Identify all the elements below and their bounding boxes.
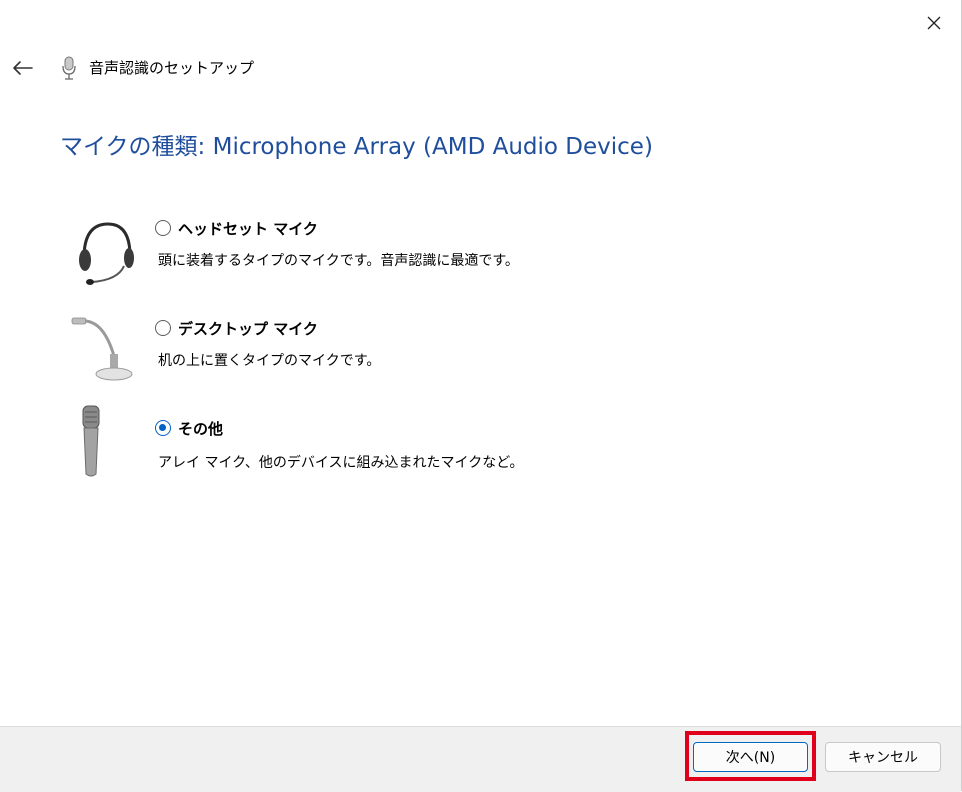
footer-bar bbox=[0, 726, 961, 792]
radio-headset[interactable] bbox=[155, 220, 171, 236]
option-desc-headset: 頭に装着するタイプのマイクです。音声認識に最適です。 bbox=[158, 253, 519, 269]
option-label-headset[interactable]: ヘッドセット マイク bbox=[178, 218, 318, 239]
desktop-microphone-icon bbox=[71, 317, 133, 381]
close-icon bbox=[927, 16, 941, 30]
option-desc-desktop: 机の上に置くタイプのマイクです。 bbox=[158, 353, 381, 369]
close-button[interactable] bbox=[914, 6, 954, 40]
back-arrow-icon bbox=[13, 61, 33, 75]
option-desc-other: アレイ マイク、他のデバイスに組み込まれたマイクなど。 bbox=[158, 455, 524, 471]
cancel-button[interactable]: キャンセル bbox=[825, 742, 941, 772]
handheld-microphone-icon bbox=[82, 405, 100, 477]
headset-icon bbox=[79, 222, 134, 285]
option-label-desktop[interactable]: デスクトップ マイク bbox=[178, 318, 318, 339]
option-desktop: デスクトップ マイク 机の上に置くタイプのマイクです。 bbox=[60, 310, 760, 400]
microphone-icon bbox=[62, 56, 76, 80]
wizard-title: 音声認識のセットアップ bbox=[89, 59, 255, 77]
option-label-other[interactable]: その他 bbox=[178, 418, 223, 439]
option-other: その他 アレイ マイク、他のデバイスに組み込まれたマイクなど。 bbox=[60, 405, 760, 500]
radio-desktop[interactable] bbox=[155, 320, 171, 336]
next-button[interactable]: 次へ(N) bbox=[693, 742, 808, 772]
radio-other[interactable] bbox=[155, 420, 171, 436]
page-heading: マイクの種類: Microphone Array (AMD Audio Devi… bbox=[60, 134, 653, 160]
option-headset: ヘッドセット マイク 頭に装着するタイプのマイクです。音声認識に最適です。 bbox=[60, 210, 760, 300]
wizard-window: 音声認識のセットアップ マイクの種類: Microphone Array (AM… bbox=[0, 0, 962, 792]
back-button[interactable] bbox=[8, 54, 36, 82]
